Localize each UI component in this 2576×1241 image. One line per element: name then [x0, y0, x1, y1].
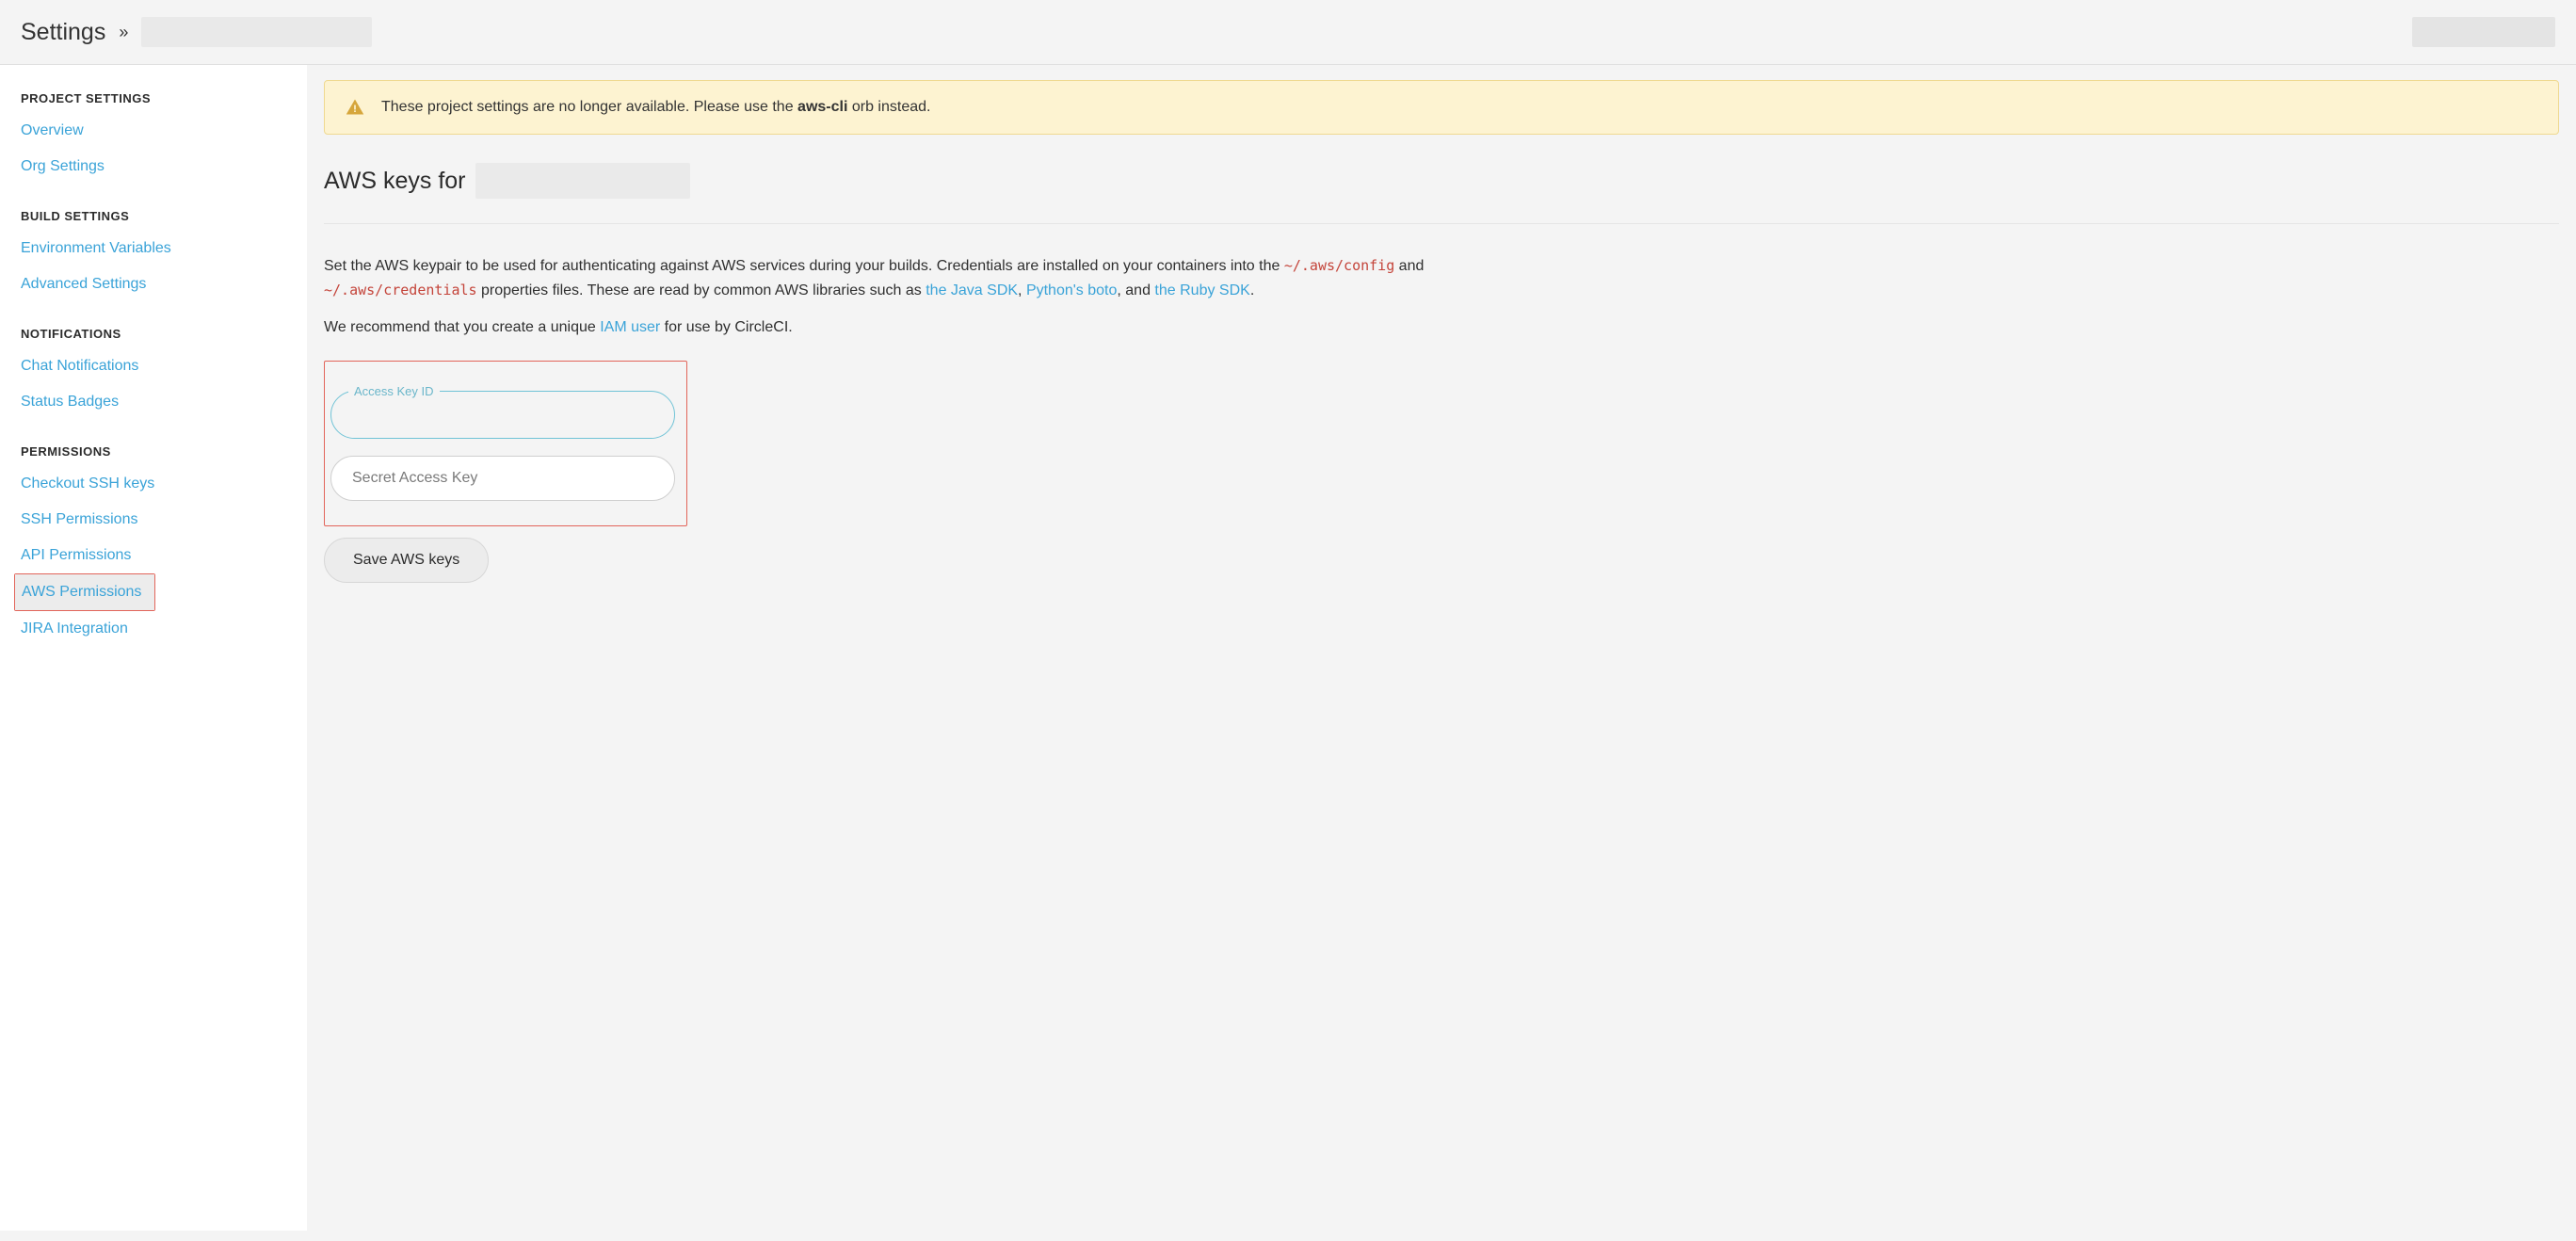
sidebar-item-api-permissions[interactable]: API Permissions — [0, 538, 307, 573]
sidebar-item-environment-variables[interactable]: Environment Variables — [0, 231, 307, 266]
link-iam-user[interactable]: IAM user — [600, 319, 660, 335]
sidebar-section-notifications: NOTIFICATIONS — [0, 319, 307, 348]
link-python-boto[interactable]: Python's boto — [1026, 282, 1117, 298]
page-header: Settings » — [0, 0, 2576, 65]
sidebar-section-project-settings: PROJECT SETTINGS — [0, 84, 307, 113]
sidebar-section-permissions: PERMISSIONS — [0, 437, 307, 466]
access-key-id-input[interactable] — [331, 398, 674, 438]
breadcrumb-separator: » — [119, 23, 128, 42]
project-name-heading-placeholder — [475, 163, 690, 199]
access-key-id-label: Access Key ID — [348, 384, 440, 398]
link-ruby-sdk[interactable]: the Ruby SDK — [1154, 282, 1249, 298]
link-java-sdk[interactable]: the Java SDK — [926, 282, 1018, 298]
project-name-placeholder — [141, 17, 372, 47]
sidebar-item-jira-integration[interactable]: JIRA Integration — [0, 611, 307, 647]
sidebar: PROJECT SETTINGS Overview Org Settings B… — [0, 65, 307, 1231]
sidebar-item-overview[interactable]: Overview — [0, 113, 307, 149]
section-heading: AWS keys for — [324, 168, 466, 195]
sidebar-item-ssh-permissions[interactable]: SSH Permissions — [0, 502, 307, 538]
sidebar-item-checkout-ssh-keys[interactable]: Checkout SSH keys — [0, 466, 307, 502]
sidebar-item-aws-permissions-highlight: AWS Permissions — [14, 573, 155, 611]
code-aws-config: ~/.aws/config — [1284, 257, 1394, 274]
warning-icon — [346, 98, 364, 117]
header-action-placeholder — [2412, 17, 2555, 47]
secret-access-key-input[interactable] — [330, 456, 675, 501]
banner-text: These project settings are no longer ava… — [381, 99, 930, 116]
save-aws-keys-button[interactable]: Save AWS keys — [324, 538, 489, 583]
section-heading-row: AWS keys for — [324, 163, 2559, 224]
description-paragraph-2: We recommend that you create a unique IA… — [324, 315, 1454, 340]
sidebar-item-chat-notifications[interactable]: Chat Notifications — [0, 348, 307, 384]
sidebar-item-org-settings[interactable]: Org Settings — [0, 149, 307, 185]
description-paragraph-1: Set the AWS keypair to be used for authe… — [324, 254, 1454, 302]
page-title: Settings — [21, 19, 105, 46]
main-content: These project settings are no longer ava… — [307, 65, 2576, 1231]
sidebar-item-advanced-settings[interactable]: Advanced Settings — [0, 266, 307, 302]
aws-keys-form-highlight: Access Key ID — [324, 361, 687, 526]
sidebar-section-build-settings: BUILD SETTINGS — [0, 201, 307, 231]
sidebar-item-aws-permissions[interactable]: AWS Permissions — [15, 574, 154, 610]
breadcrumb: Settings » — [21, 17, 372, 47]
code-aws-credentials: ~/.aws/credentials — [324, 282, 477, 298]
sidebar-item-status-badges[interactable]: Status Badges — [0, 384, 307, 420]
deprecation-banner: These project settings are no longer ava… — [324, 80, 2559, 135]
access-key-field-wrap: Access Key ID — [330, 384, 675, 439]
